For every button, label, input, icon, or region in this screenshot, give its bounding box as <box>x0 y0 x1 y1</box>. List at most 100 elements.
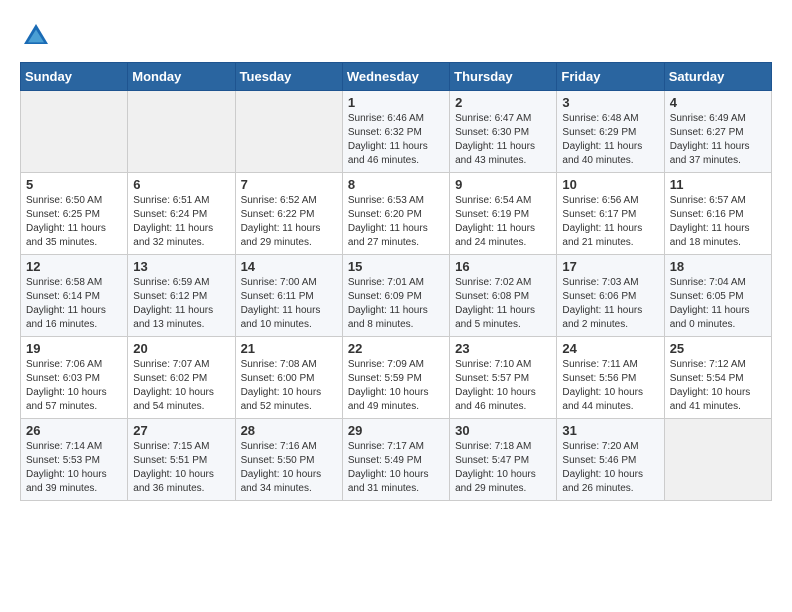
day-info: Sunrise: 7:14 AM Sunset: 5:53 PM Dayligh… <box>26 440 122 496</box>
header-row: Sunday Monday Tuesday Wednesday Thursday… <box>21 63 772 91</box>
header-saturday: Saturday <box>664 63 771 91</box>
calendar-cell: 2Sunrise: 6:47 AM Sunset: 6:30 PM Daylig… <box>450 91 557 173</box>
calendar-cell: 11Sunrise: 6:57 AM Sunset: 6:16 PM Dayli… <box>664 173 771 255</box>
day-number: 1 <box>348 95 444 110</box>
calendar-table: Sunday Monday Tuesday Wednesday Thursday… <box>20 62 772 501</box>
day-number: 11 <box>670 177 766 192</box>
day-number: 29 <box>348 423 444 438</box>
day-number: 13 <box>133 259 229 274</box>
header-wednesday: Wednesday <box>342 63 449 91</box>
header-friday: Friday <box>557 63 664 91</box>
day-number: 3 <box>562 95 658 110</box>
calendar-cell <box>664 419 771 501</box>
calendar-week-2: 5 Sunrise: 6:50 AM Sunset: 6:25 PM Daylig… <box>21 173 772 255</box>
day-info: Sunrise: 6:51 AM Sunset: 6:24 PM Dayligh… <box>133 194 229 250</box>
day-info: Sunrise: 7:02 AM Sunset: 6:08 PM Dayligh… <box>455 276 551 332</box>
day-info: Sunrise: 6:50 AM Sunset: 6:25 PM Dayligh… <box>26 194 122 250</box>
day-number: 27 <box>133 423 229 438</box>
calendar-cell: 30Sunrise: 7:18 AM Sunset: 5:47 PM Dayli… <box>450 419 557 501</box>
calendar-cell: 15 Sunrise: 7:01 AM Sunset: 6:09 PM Dayli… <box>342 255 449 337</box>
calendar-week-1: 1 Sunrise: 6:46 AM Sunset: 6:32 PM Daylig… <box>21 91 772 173</box>
calendar-cell: 16 Sunrise: 7:02 AM Sunset: 6:08 PM Dayli… <box>450 255 557 337</box>
day-info: Sunrise: 7:00 AM Sunset: 6:11 PM Dayligh… <box>241 276 337 332</box>
calendar-cell: 25 Sunrise: 7:12 AM Sunset: 5:54 PM Dayli… <box>664 337 771 419</box>
calendar-cell: 6 Sunrise: 6:51 AM Sunset: 6:24 PM Daylig… <box>128 173 235 255</box>
calendar-cell: 19 Sunrise: 7:06 AM Sunset: 6:03 PM Dayli… <box>21 337 128 419</box>
day-info: Sunrise: 7:17 AM Sunset: 5:49 PM Dayligh… <box>348 440 444 496</box>
calendar-cell: 8 Sunrise: 6:53 AM Sunset: 6:20 PM Daylig… <box>342 173 449 255</box>
day-info: Sunrise: 6:54 AM Sunset: 6:19 PM Dayligh… <box>455 194 551 250</box>
calendar-cell: 27Sunrise: 7:15 AM Sunset: 5:51 PM Dayli… <box>128 419 235 501</box>
calendar-cell: 26 Sunrise: 7:14 AM Sunset: 5:53 PM Dayli… <box>21 419 128 501</box>
day-info: Sunrise: 6:48 AM Sunset: 6:29 PM Dayligh… <box>562 112 658 168</box>
day-number: 10 <box>562 177 658 192</box>
day-number: 28 <box>241 423 337 438</box>
day-info: Sunrise: 7:03 AM Sunset: 6:06 PM Dayligh… <box>562 276 658 332</box>
day-info: Sunrise: 6:46 AM Sunset: 6:32 PM Dayligh… <box>348 112 444 168</box>
day-number: 26 <box>26 423 122 438</box>
calendar-cell: 18 Sunrise: 7:04 AM Sunset: 6:05 PM Dayli… <box>664 255 771 337</box>
day-info: Sunrise: 7:10 AM Sunset: 5:57 PM Dayligh… <box>455 358 551 414</box>
day-number: 12 <box>26 259 122 274</box>
header-tuesday: Tuesday <box>235 63 342 91</box>
day-info: Sunrise: 7:20 AM Sunset: 5:46 PM Dayligh… <box>562 440 658 496</box>
day-info: Sunrise: 6:53 AM Sunset: 6:20 PM Dayligh… <box>348 194 444 250</box>
calendar-cell: 5 Sunrise: 6:50 AM Sunset: 6:25 PM Daylig… <box>21 173 128 255</box>
day-info: Sunrise: 6:56 AM Sunset: 6:17 PM Dayligh… <box>562 194 658 250</box>
calendar-cell: 7 Sunrise: 6:52 AM Sunset: 6:22 PM Daylig… <box>235 173 342 255</box>
day-info: Sunrise: 7:07 AM Sunset: 6:02 PM Dayligh… <box>133 358 229 414</box>
day-number: 6 <box>133 177 229 192</box>
calendar-body: 1 Sunrise: 6:46 AM Sunset: 6:32 PM Daylig… <box>21 91 772 501</box>
day-info: Sunrise: 6:52 AM Sunset: 6:22 PM Dayligh… <box>241 194 337 250</box>
calendar-cell <box>21 91 128 173</box>
day-info: Sunrise: 6:47 AM Sunset: 6:30 PM Dayligh… <box>455 112 551 168</box>
day-info: Sunrise: 7:16 AM Sunset: 5:50 PM Dayligh… <box>241 440 337 496</box>
day-info: Sunrise: 7:01 AM Sunset: 6:09 PM Dayligh… <box>348 276 444 332</box>
calendar-cell: 28 Sunrise: 7:16 AM Sunset: 5:50 PM Dayli… <box>235 419 342 501</box>
day-number: 5 <box>26 177 122 192</box>
calendar-cell: 31 Sunrise: 7:20 AM Sunset: 5:46 PM Dayli… <box>557 419 664 501</box>
day-info: Sunrise: 7:06 AM Sunset: 6:03 PM Dayligh… <box>26 358 122 414</box>
calendar-cell: 4 Sunrise: 6:49 AM Sunset: 6:27 PM Daylig… <box>664 91 771 173</box>
calendar-cell: 29 Sunrise: 7:17 AM Sunset: 5:49 PM Dayli… <box>342 419 449 501</box>
calendar-cell: 17 Sunrise: 7:03 AM Sunset: 6:06 PM Dayli… <box>557 255 664 337</box>
header-monday: Monday <box>128 63 235 91</box>
logo-icon <box>20 20 52 52</box>
day-number: 7 <box>241 177 337 192</box>
calendar-cell: 12Sunrise: 6:58 AM Sunset: 6:14 PM Dayli… <box>21 255 128 337</box>
calendar-cell: 23Sunrise: 7:10 AM Sunset: 5:57 PM Dayli… <box>450 337 557 419</box>
day-info: Sunrise: 7:09 AM Sunset: 5:59 PM Dayligh… <box>348 358 444 414</box>
day-number: 20 <box>133 341 229 356</box>
day-number: 14 <box>241 259 337 274</box>
calendar-week-3: 12Sunrise: 6:58 AM Sunset: 6:14 PM Dayli… <box>21 255 772 337</box>
day-number: 25 <box>670 341 766 356</box>
day-info: Sunrise: 7:08 AM Sunset: 6:00 PM Dayligh… <box>241 358 337 414</box>
day-number: 17 <box>562 259 658 274</box>
calendar-cell: 14 Sunrise: 7:00 AM Sunset: 6:11 PM Dayli… <box>235 255 342 337</box>
day-info: Sunrise: 7:04 AM Sunset: 6:05 PM Dayligh… <box>670 276 766 332</box>
day-number: 19 <box>26 341 122 356</box>
day-info: Sunrise: 6:59 AM Sunset: 6:12 PM Dayligh… <box>133 276 229 332</box>
calendar-cell: 22 Sunrise: 7:09 AM Sunset: 5:59 PM Dayli… <box>342 337 449 419</box>
day-info: Sunrise: 7:12 AM Sunset: 5:54 PM Dayligh… <box>670 358 766 414</box>
day-info: Sunrise: 6:49 AM Sunset: 6:27 PM Dayligh… <box>670 112 766 168</box>
calendar-cell: 24Sunrise: 7:11 AM Sunset: 5:56 PM Dayli… <box>557 337 664 419</box>
calendar-cell: 20 Sunrise: 7:07 AM Sunset: 6:02 PM Dayli… <box>128 337 235 419</box>
day-number: 8 <box>348 177 444 192</box>
day-number: 22 <box>348 341 444 356</box>
day-number: 18 <box>670 259 766 274</box>
day-number: 31 <box>562 423 658 438</box>
calendar-cell: 1 Sunrise: 6:46 AM Sunset: 6:32 PM Daylig… <box>342 91 449 173</box>
day-number: 21 <box>241 341 337 356</box>
calendar-week-4: 19 Sunrise: 7:06 AM Sunset: 6:03 PM Dayli… <box>21 337 772 419</box>
calendar-cell <box>128 91 235 173</box>
header-sunday: Sunday <box>21 63 128 91</box>
day-number: 9 <box>455 177 551 192</box>
day-number: 4 <box>670 95 766 110</box>
calendar-cell: 9 Sunrise: 6:54 AM Sunset: 6:19 PM Daylig… <box>450 173 557 255</box>
day-number: 15 <box>348 259 444 274</box>
calendar-cell: 21 Sunrise: 7:08 AM Sunset: 6:00 PM Dayli… <box>235 337 342 419</box>
day-number: 16 <box>455 259 551 274</box>
calendar-cell: 3 Sunrise: 6:48 AM Sunset: 6:29 PM Daylig… <box>557 91 664 173</box>
calendar-cell: 10 Sunrise: 6:56 AM Sunset: 6:17 PM Dayli… <box>557 173 664 255</box>
